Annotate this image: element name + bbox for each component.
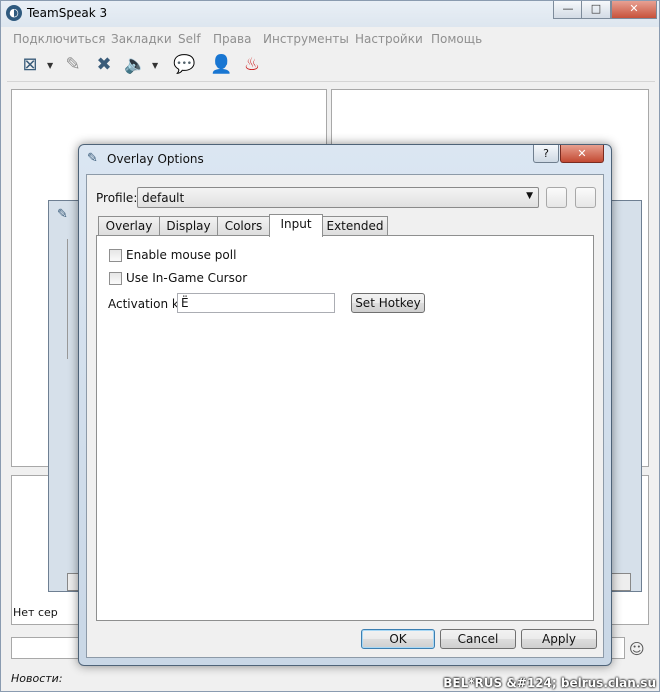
- window-title: TeamSpeak 3: [27, 6, 108, 20]
- menu-permissions[interactable]: Права: [213, 32, 251, 46]
- menu-help[interactable]: Помощь: [431, 32, 482, 46]
- dialog-body: Profile: default ▼ Overlay Display Color…: [86, 174, 604, 658]
- activation-key-field[interactable]: Ё: [177, 293, 335, 313]
- disconnect-icon[interactable]: ⊠: [19, 54, 41, 76]
- emoticon-icon[interactable]: ☺: [629, 640, 645, 658]
- chevron-down-icon[interactable]: ▼: [152, 61, 158, 70]
- profile-select[interactable]: default ▼: [137, 187, 539, 208]
- tab-overlay[interactable]: Overlay: [98, 216, 160, 236]
- overlay-options-dialog: ✎ Overlay Options ? ✕ Profile: default ▼…: [78, 144, 612, 666]
- chevron-down-icon: ▼: [526, 191, 533, 201]
- enable-mouse-poll-label[interactable]: Enable mouse poll: [126, 248, 236, 262]
- dialog-close-button[interactable]: ✕: [560, 145, 604, 163]
- dialog-icon: ✎: [57, 207, 68, 222]
- menu-bar: Подключиться Закладки Self Права Инструм…: [7, 29, 657, 49]
- toolbar: ⊠ ▼ ✎ ✖ 🔈 ▼ 💬 👤 ♨: [7, 51, 655, 82]
- chevron-down-icon[interactable]: ▼: [47, 61, 53, 70]
- apply-button[interactable]: Apply: [521, 629, 597, 649]
- profile-label: Profile:: [96, 191, 138, 205]
- watermark-text: BEL*RUS &#124; belrus.clan.su: [443, 676, 656, 690]
- ok-button[interactable]: OK: [361, 629, 435, 649]
- menu-connect[interactable]: Подключиться: [13, 32, 105, 46]
- help-button[interactable]: ?: [533, 145, 559, 163]
- minimize-button[interactable]: —: [553, 1, 583, 19]
- dialog-title: Overlay Options: [107, 152, 204, 166]
- mute-speaker-icon[interactable]: 🔈: [124, 54, 146, 76]
- profile-value: default: [142, 191, 185, 205]
- background-button[interactable]: [609, 573, 631, 591]
- tab-colors[interactable]: Colors: [217, 216, 270, 236]
- input-tab-pane: Enable mouse poll Use In-Game Cursor Act…: [96, 235, 594, 621]
- maximize-button[interactable]: □: [581, 1, 611, 19]
- close-button[interactable]: ✕: [611, 1, 657, 19]
- set-hotkey-button[interactable]: Set Hotkey: [351, 293, 425, 313]
- menu-tools[interactable]: Инструменты: [263, 32, 349, 46]
- use-ingame-cursor-label[interactable]: Use In-Game Cursor: [126, 271, 247, 285]
- menu-self[interactable]: Self: [178, 32, 201, 46]
- cancel-button[interactable]: Cancel: [440, 629, 516, 649]
- tab-display[interactable]: Display: [159, 216, 218, 236]
- enable-mouse-poll-checkbox[interactable]: [109, 249, 122, 262]
- teamspeak-logo-icon: ◐: [6, 5, 22, 21]
- contacts-icon[interactable]: 👤: [210, 54, 232, 76]
- news-label: Новости:: [11, 672, 63, 685]
- menu-bookmarks[interactable]: Закладки: [111, 32, 172, 46]
- mute-mic-icon[interactable]: ✖: [93, 54, 115, 76]
- away-icon[interactable]: ✎: [62, 54, 84, 76]
- use-ingame-cursor-checkbox[interactable]: [109, 272, 122, 285]
- menu-settings[interactable]: Настройки: [355, 32, 423, 46]
- status-text: Нет сер: [13, 606, 58, 619]
- tab-input[interactable]: Input: [269, 214, 323, 237]
- overlay-icon: ✎: [87, 151, 98, 166]
- chat-icon[interactable]: 💬: [173, 54, 195, 76]
- remove-profile-button[interactable]: [575, 187, 596, 208]
- add-profile-button[interactable]: [546, 187, 567, 208]
- flame-icon[interactable]: ♨: [241, 54, 263, 76]
- tab-extended[interactable]: Extended: [322, 216, 388, 236]
